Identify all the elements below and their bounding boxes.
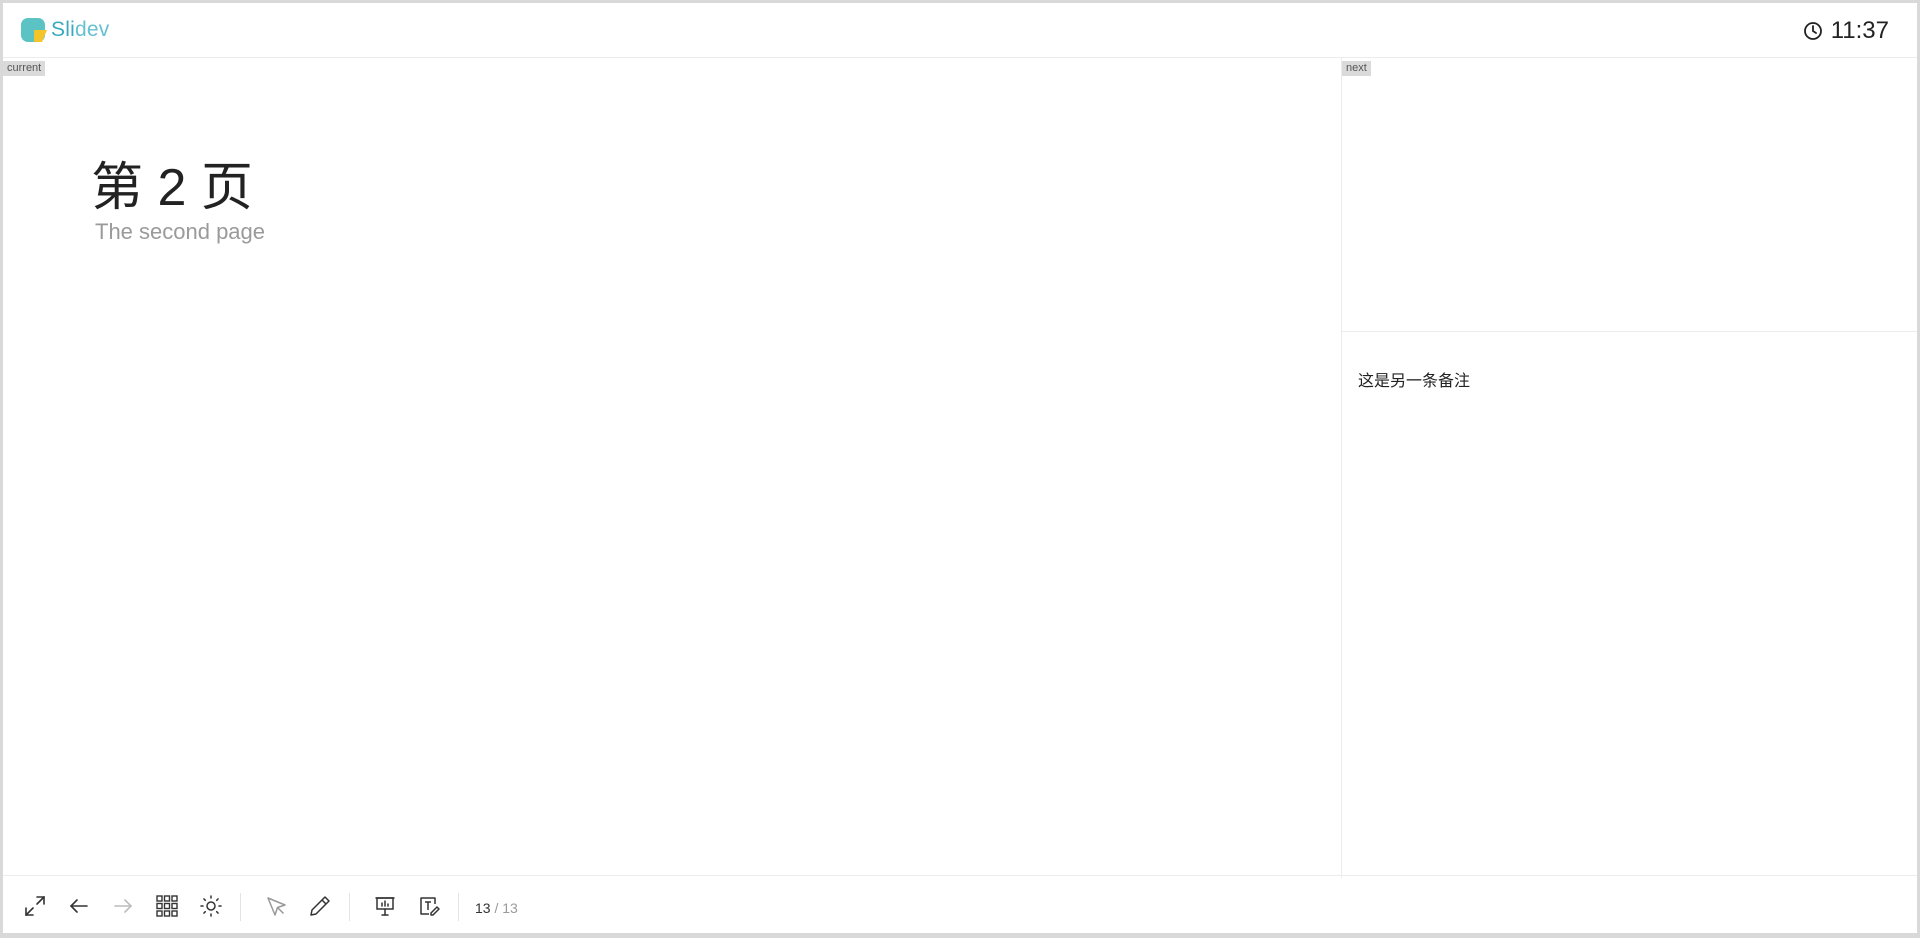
- clock-icon: [1803, 22, 1822, 40]
- toolbar-divider: [240, 893, 241, 921]
- toolbar: 13 / 13: [3, 875, 1917, 933]
- page-separator: /: [490, 900, 503, 916]
- current-page: 13: [475, 900, 491, 916]
- timer[interactable]: 11:37: [1803, 17, 1889, 45]
- total-pages: 13: [502, 900, 518, 916]
- current-slide-panel[interactable]: current 第 2 页 The second page: [3, 58, 1342, 878]
- header: Slidev 11:37: [3, 3, 1917, 58]
- slidev-logo-icon: [21, 18, 47, 42]
- cursor-button[interactable]: [261, 891, 291, 921]
- next-button[interactable]: [108, 891, 138, 921]
- brand-name-part: Sli: [51, 18, 75, 41]
- theme-toggle-button[interactable]: [196, 891, 226, 921]
- prev-button[interactable]: [64, 891, 94, 921]
- current-label: current: [3, 61, 46, 76]
- slide-subtitle: The second page: [95, 219, 266, 244]
- edit-note-icon: [420, 897, 440, 916]
- slidev-logo: Slidev: [20, 16, 109, 44]
- presentation-button[interactable]: [370, 891, 400, 921]
- sun-icon: [200, 895, 222, 917]
- grid-icon: [156, 895, 178, 917]
- overview-button[interactable]: [152, 891, 182, 921]
- brand-name: Slidev: [51, 18, 109, 42]
- toolbar-divider: [349, 893, 350, 921]
- edit-notes-button[interactable]: [414, 891, 444, 921]
- presenter-window: Slidev 11:37 current 第 2 页 The second pa…: [3, 3, 1917, 933]
- slide-title: 第 2 页: [91, 159, 253, 217]
- next-slide-panel[interactable]: next: [1342, 58, 1917, 332]
- pen-icon: [310, 896, 330, 916]
- arrow-left-icon: [69, 899, 88, 913]
- clock-time: 11:37: [1830, 17, 1889, 44]
- draw-button[interactable]: [305, 891, 335, 921]
- brand-name-part: dev: [74, 18, 110, 41]
- notes-panel[interactable]: 这是另一条备注: [1342, 332, 1917, 878]
- note-text: 这是另一条备注: [1358, 373, 1471, 390]
- fullscreen-button[interactable]: [20, 891, 50, 921]
- toolbar-divider: [458, 893, 459, 921]
- expand-icon: [25, 896, 45, 916]
- arrow-right-icon: [114, 899, 133, 913]
- next-label: next: [1342, 61, 1371, 76]
- slide-counter[interactable]: 13 / 13: [475, 900, 518, 916]
- presentation-icon: [375, 897, 395, 916]
- cursor-icon: [267, 897, 286, 916]
